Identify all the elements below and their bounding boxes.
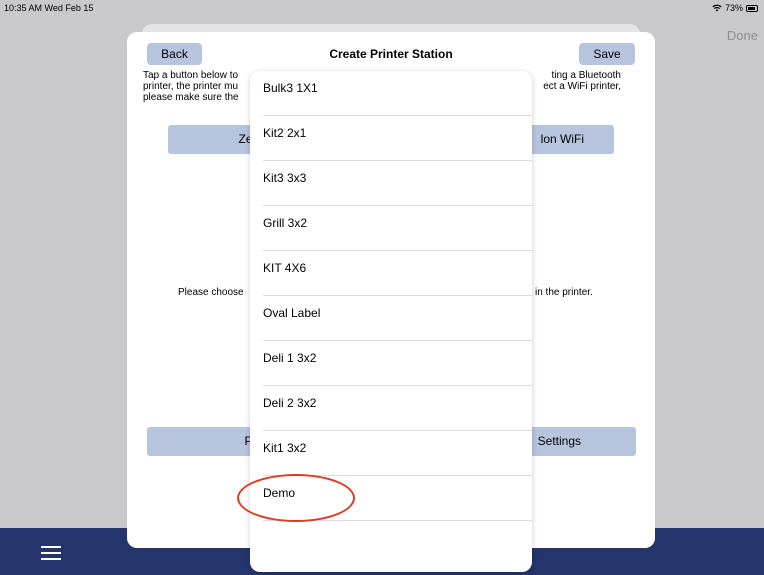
modal-title: Create Printer Station [329, 47, 453, 61]
battery-percent: 73% [724, 3, 743, 13]
annotation-circle [237, 474, 355, 522]
status-time: 10:35 AM Wed Feb 15 [4, 3, 94, 13]
intro-line3-left: please make sure the [143, 92, 239, 103]
status-bar: 10:35 AM Wed Feb 15 73% [0, 0, 764, 16]
label-option[interactable]: Deli 2 3x2 [250, 386, 532, 431]
label-option[interactable]: Oval Label [250, 296, 532, 341]
label-option[interactable]: Grill 3x2 [250, 206, 532, 251]
label-option-text: Kit1 3x2 [263, 441, 307, 455]
label-option-text: Bulk3 1X1 [263, 81, 318, 95]
label-option-text: Kit3 3x3 [263, 171, 307, 185]
label-option-text: Kit2 2x1 [263, 126, 307, 140]
wifi-icon [712, 4, 722, 12]
status-right: 73% [712, 3, 758, 13]
battery-icon [746, 4, 758, 12]
intro-line1-right: ting a Bluetooth [551, 70, 622, 81]
label-option-text: Grill 3x2 [263, 216, 308, 230]
label-option[interactable]: Bulk3 1X1 [250, 71, 532, 116]
choose-text-left: Please choose [178, 287, 244, 298]
intro-line2-right: ect a WiFi printer, [543, 81, 621, 92]
save-button[interactable]: Save [579, 43, 635, 65]
intro-line2-left: printer, the printer mu [143, 81, 239, 92]
label-option[interactable]: Kit3 3x3 [250, 161, 532, 206]
label-option[interactable]: KIT 4X6 [250, 251, 532, 296]
label-option-text: Oval Label [263, 306, 321, 320]
label-option[interactable]: Deli 1 3x2 [250, 341, 532, 386]
done-button[interactable]: Done [727, 28, 758, 43]
hamburger-menu-icon[interactable] [41, 546, 61, 560]
label-option[interactable]: Kit2 2x1 [250, 116, 532, 161]
label-option[interactable]: Kit1 3x2 [250, 431, 532, 476]
label-option-text: KIT 4X6 [263, 261, 307, 275]
label-option-text: Deli 1 3x2 [263, 351, 317, 365]
intro-line1-left: Tap a button below to [143, 70, 239, 81]
label-option-text: Deli 2 3x2 [263, 396, 317, 410]
choose-text-right: in the printer. [535, 287, 593, 298]
